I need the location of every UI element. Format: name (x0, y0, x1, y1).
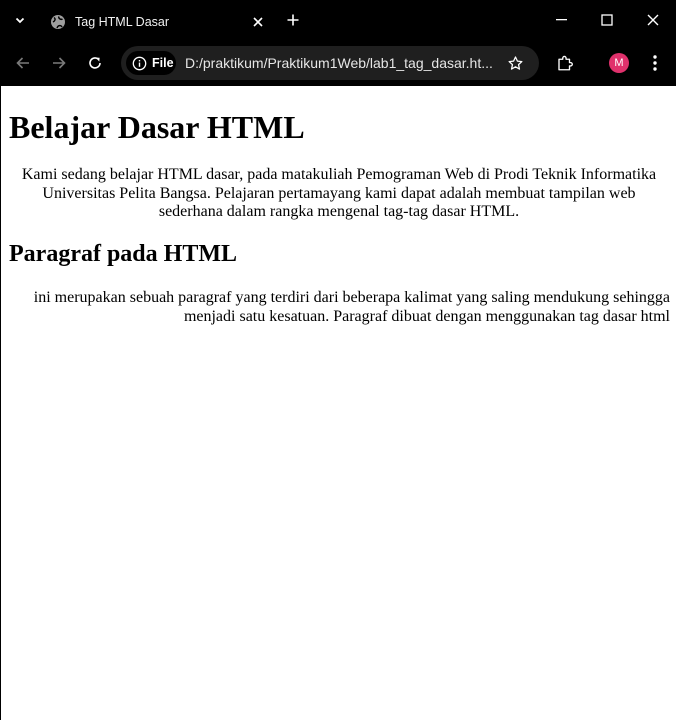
bookmark-star-icon[interactable] (503, 51, 527, 75)
site-chip-label: File (152, 56, 174, 70)
site-info-chip[interactable]: File (126, 51, 176, 75)
maximize-icon[interactable] (585, 6, 629, 34)
forward-arrow-icon[interactable] (45, 49, 73, 77)
page-heading: Belajar Dasar HTML (9, 109, 305, 145)
new-tab-plus-icon[interactable] (282, 9, 304, 31)
browser-toolbar: File D:/praktikum/Praktikum1Web/lab1_tag… (0, 40, 676, 86)
close-tab-icon[interactable] (248, 12, 268, 32)
info-icon (132, 56, 147, 71)
profile-avatar[interactable]: M (609, 53, 629, 73)
address-bar[interactable]: File D:/praktikum/Praktikum1Web/lab1_tag… (121, 46, 539, 80)
more-options-icon[interactable] (643, 50, 667, 76)
url-text[interactable]: D:/praktikum/Praktikum1Web/lab1_tag_dasa… (185, 55, 495, 71)
minimize-icon[interactable] (540, 6, 584, 34)
tab-search-chevron-down-icon[interactable] (8, 8, 32, 32)
second-paragraph: ini merupakan sebuah paragraf yang terdi… (33, 289, 670, 325)
intro-paragraph: Kami sedang belajar HTML dasar, pada mat… (21, 166, 657, 220)
extensions-puzzle-icon[interactable] (552, 50, 578, 76)
close-window-icon[interactable] (631, 6, 675, 34)
back-arrow-icon[interactable] (9, 49, 37, 77)
section-heading: Paragraf pada HTML (9, 241, 237, 267)
browser-window: Tag HTML Dasar File D:/praktikum/Praktik… (0, 0, 676, 720)
tab-strip: Tag HTML Dasar (0, 0, 676, 40)
tab-title: Tag HTML Dasar (75, 15, 170, 29)
globe-icon (50, 14, 66, 30)
tab-active[interactable]: Tag HTML Dasar (40, 4, 276, 40)
reload-icon[interactable] (81, 49, 109, 77)
page-content: Belajar Dasar HTML Kami sedang belajar H… (1, 86, 676, 720)
